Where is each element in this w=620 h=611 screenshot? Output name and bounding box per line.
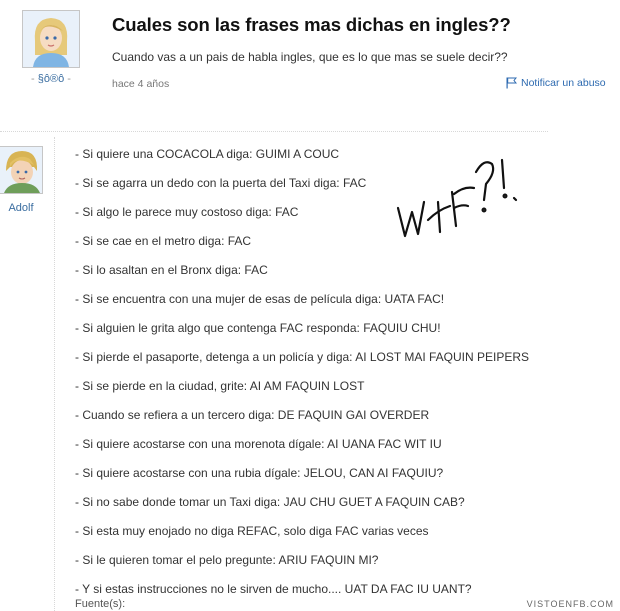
question-avatar[interactable] xyxy=(22,10,80,68)
report-abuse-link[interactable]: Notificar un abuso xyxy=(506,77,606,89)
answer-line: - Si se pierde en la ciudad, grite: AI A… xyxy=(75,379,365,393)
question-description: Cuando vas a un pais de habla ingles, qu… xyxy=(112,50,508,64)
answer-line: - Si no sabe donde tomar un Taxi diga: J… xyxy=(75,495,465,509)
username-suffix: - xyxy=(64,73,71,85)
question-timestamp: hace 4 años xyxy=(112,78,170,90)
answer-line: - Si quiere acostarse con una morenota d… xyxy=(75,437,442,451)
answer-line: - Si alguien le grita algo que contenga … xyxy=(75,321,441,335)
section-divider xyxy=(0,131,548,132)
question-username[interactable]: - §ô®ô - xyxy=(20,73,82,85)
flag-icon xyxy=(506,77,517,89)
answer-line: - Si lo asaltan en el Bronx diga: FAC xyxy=(75,263,268,277)
answer-line: - Si le quieren tomar el pelo pregunte: … xyxy=(75,553,379,567)
answer-line: - Si pierde el pasaporte, detenga a un p… xyxy=(75,350,530,364)
source-label: Fuente(s): xyxy=(75,598,126,610)
report-abuse-label[interactable]: Notificar un abuso xyxy=(521,77,606,89)
avatar-illustration-icon xyxy=(0,147,42,193)
username-prefix: - xyxy=(31,73,38,85)
answer-line: - Si quiere acostarse con una rubia díga… xyxy=(75,466,444,480)
answer-username[interactable]: Adolf xyxy=(0,202,42,214)
question-title: Cuales son las frases mas dichas en ingl… xyxy=(112,14,511,35)
page: - §ô®ô - Cuales son las frases mas dicha… xyxy=(0,0,620,611)
avatar-illustration-icon xyxy=(23,11,79,67)
answer-separator xyxy=(54,137,55,611)
handwritten-wtf-scribble-icon xyxy=(396,158,518,238)
answer-line: - Y si estas instrucciones no le sirven … xyxy=(75,582,472,596)
answer-line: - Si se encuentra con una mujer de esas … xyxy=(75,292,445,306)
watermark: VISTOENFB.COM xyxy=(526,599,614,609)
answer-line: - Si esta muy enojado no diga REFAC, sol… xyxy=(75,524,429,538)
question-username-text[interactable]: §ô®ô xyxy=(38,73,64,85)
answer-avatar[interactable] xyxy=(0,146,43,194)
answer-line: - Cuando se refiera a un tercero diga: D… xyxy=(75,408,430,422)
